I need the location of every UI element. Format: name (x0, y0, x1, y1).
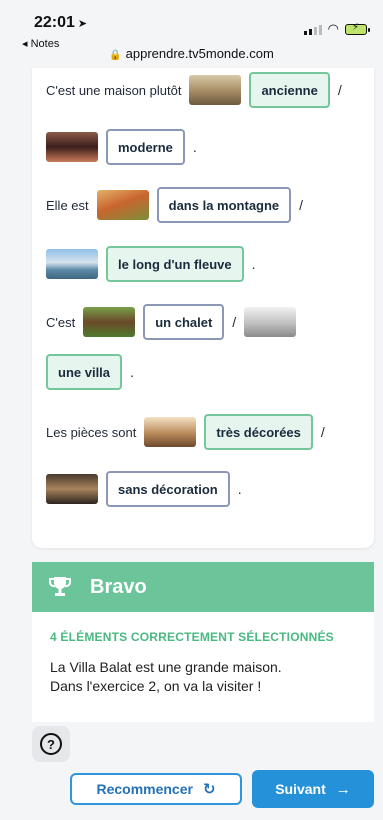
separator: . (251, 256, 256, 272)
separator: / (299, 197, 304, 213)
signal-icon (303, 25, 322, 35)
restart-button[interactable]: Recommencer ↻ (70, 773, 242, 805)
status-bar: 22:01 ➤ ◂ Notes ◠ ⚡ 🔒 apprendre.tv5monde.c… (0, 0, 383, 61)
choice-tres-decorees[interactable]: très décorées (204, 414, 313, 450)
choice-moderne[interactable]: moderne (106, 129, 185, 165)
battery-icon: ⚡ (345, 22, 370, 35)
exercise-row: sans décoration . (46, 471, 242, 507)
lock-icon: 🔒 (109, 50, 122, 61)
separator: . (192, 139, 197, 155)
exercise-row: C'est une maison plutôt ancienne / (46, 72, 342, 108)
location-icon: ➤ (77, 18, 88, 30)
exercise-row: Elle est dans la montagne / (46, 187, 303, 223)
exercise-row: moderne . (46, 129, 197, 165)
question-icon: ? (40, 733, 62, 755)
exercise-row: le long d'un fleuve . (46, 246, 256, 282)
plain-room-image (46, 474, 98, 504)
result-message: La Villa Balat est une grande maison. Da… (50, 658, 374, 696)
status-icons: ◠ ⚡ (303, 21, 370, 36)
choice-sans-decoration[interactable]: sans décoration (106, 471, 230, 507)
separator: / (232, 314, 237, 330)
decorated-room-image (144, 417, 197, 447)
modern-house-image (46, 132, 98, 162)
choice-dans-la-montagne[interactable]: dans la montagne (156, 187, 292, 223)
result-panel: Bravo 4 ÉLÉMENTS CORRECTEMENT SÉLECTIONN… (32, 562, 374, 722)
choice-ancienne[interactable]: ancienne (249, 72, 330, 108)
result-header: Bravo (32, 562, 374, 612)
sentence-text: C'est une maison plutôt (46, 82, 182, 98)
separator: . (130, 364, 134, 380)
result-line: Dans l'exercice 2, on va la visiter ! (50, 678, 262, 694)
old-house-image (189, 75, 242, 105)
next-button[interactable]: Suivant → (252, 770, 374, 808)
exercise-row: une villa . (46, 354, 134, 390)
result-score: 4 ÉLÉMENTS CORRECTEMENT SÉLECTIONNÉS (50, 630, 334, 644)
choice-un-chalet[interactable]: un chalet (143, 304, 225, 340)
villa-image (244, 307, 297, 337)
mountain-village-image (96, 190, 149, 220)
sentence-text: Elle est (46, 197, 89, 213)
trophy-icon (49, 577, 71, 596)
separator: / (337, 82, 342, 98)
address-bar[interactable]: 🔒 apprendre.tv5monde.com (0, 46, 383, 61)
separator: / (320, 424, 325, 440)
wifi-icon: ◠ (327, 21, 339, 36)
separator: . (237, 481, 242, 497)
result-line: La Villa Balat est une grande maison. (50, 659, 282, 675)
chalet-image (83, 307, 136, 337)
result-title: Bravo (90, 575, 147, 598)
exercise-row: Les pièces sont très décorées / (46, 414, 325, 450)
exercise-card: C'est une maison plutôt ancienne / moder… (32, 68, 374, 548)
restart-label: Recommencer (96, 781, 193, 797)
sentence-text: Les pièces sont (46, 424, 137, 440)
help-button[interactable]: ? (32, 726, 70, 762)
sentence-text: C'est (46, 314, 76, 330)
choice-une-villa[interactable]: une villa (46, 354, 123, 390)
exercise-row: C'est un chalet / (46, 304, 304, 340)
river-image (46, 249, 98, 279)
restart-icon: ↻ (202, 781, 216, 798)
arrow-right-icon: → (335, 780, 351, 798)
choice-le-long-d-un-fleuve[interactable]: le long d'un fleuve (106, 246, 244, 282)
clock: 22:01 ➤ (34, 14, 88, 31)
next-label: Suivant (275, 781, 326, 797)
